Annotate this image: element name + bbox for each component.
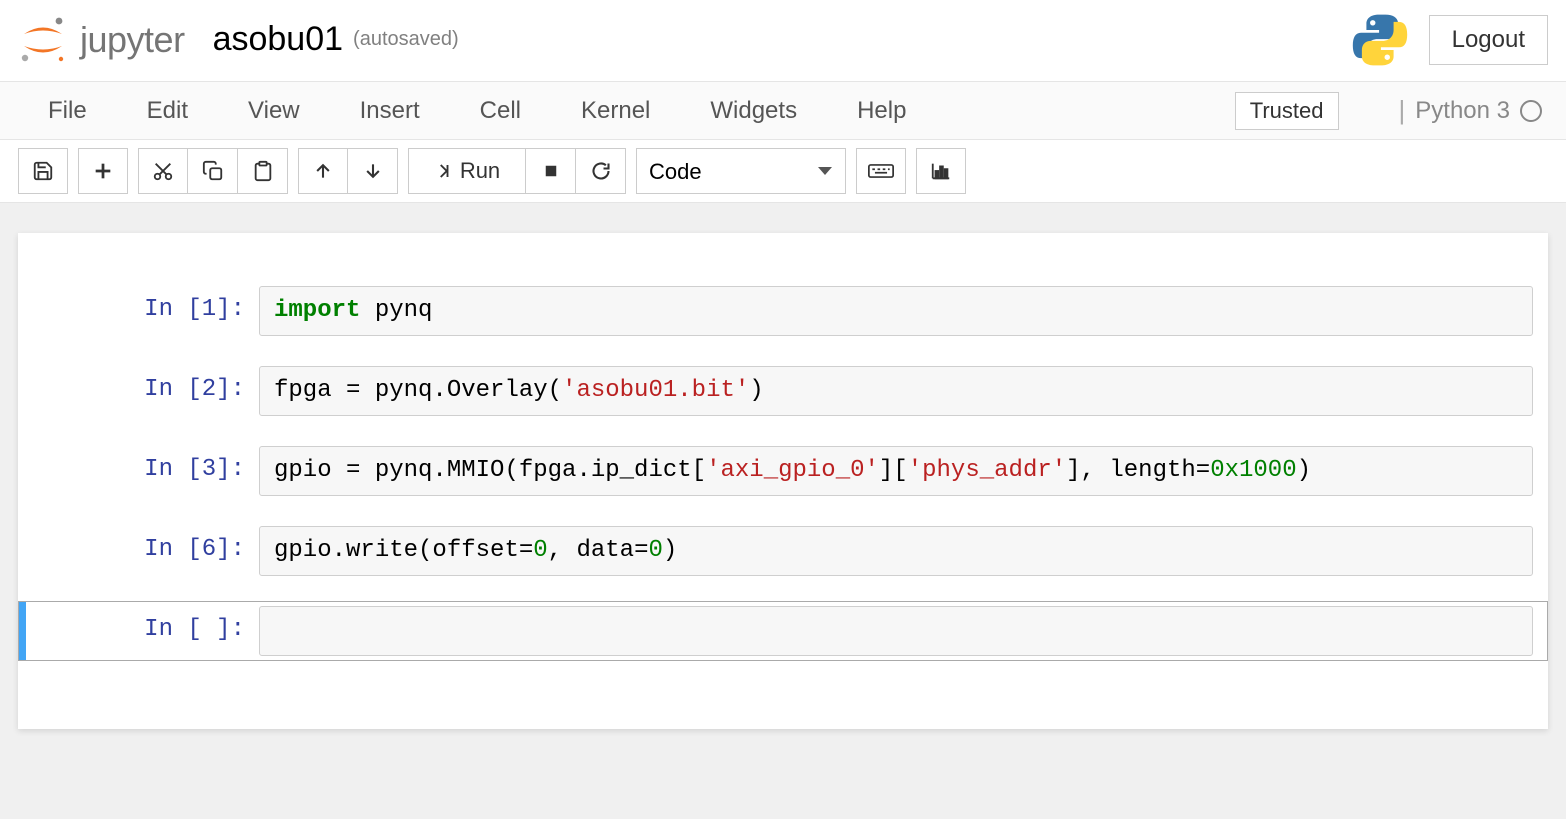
- move-up-button[interactable]: [298, 148, 348, 194]
- copy-button[interactable]: [188, 148, 238, 194]
- python-icon: [1351, 11, 1409, 69]
- menu-file[interactable]: File: [18, 83, 117, 139]
- notebook-container: In [1]:import pynqIn [2]:fpga = pynq.Ove…: [18, 233, 1548, 729]
- input-prompt: In [6]:: [27, 526, 259, 576]
- code-cell[interactable]: In [6]:gpio.write(offset=0, data=0): [18, 521, 1548, 581]
- menu-help[interactable]: Help: [827, 83, 936, 139]
- celltype-select[interactable]: Code: [636, 148, 846, 194]
- notebook-background: In [1]:import pynqIn [2]:fpga = pynq.Ove…: [0, 203, 1566, 819]
- code-cell[interactable]: In [2]:fpga = pynq.Overlay('asobu01.bit'…: [18, 361, 1548, 421]
- menu-view[interactable]: View: [218, 83, 330, 139]
- menu-edit[interactable]: Edit: [117, 83, 218, 139]
- kernel-status-icon[interactable]: [1520, 100, 1542, 122]
- code-input[interactable]: fpga = pynq.Overlay('asobu01.bit'): [259, 366, 1533, 416]
- input-prompt: In [ ]:: [27, 606, 259, 656]
- interrupt-button[interactable]: [526, 148, 576, 194]
- autosave-status: (autosaved): [353, 28, 459, 51]
- divider: |: [1399, 95, 1406, 126]
- code-input[interactable]: gpio.write(offset=0, data=0): [259, 526, 1533, 576]
- cell-toolbar-button[interactable]: [916, 148, 966, 194]
- kernel-name[interactable]: Python 3: [1415, 97, 1510, 125]
- run-button[interactable]: Run: [408, 148, 526, 194]
- header: jupyter asobu01 (autosaved) Logout: [0, 0, 1566, 82]
- menu-cell[interactable]: Cell: [450, 83, 551, 139]
- code-input[interactable]: [259, 606, 1533, 656]
- menu-insert[interactable]: Insert: [330, 83, 450, 139]
- menu-kernel[interactable]: Kernel: [551, 83, 680, 139]
- selection-bar: [19, 602, 26, 660]
- command-palette-button[interactable]: [856, 148, 906, 194]
- trusted-indicator[interactable]: Trusted: [1235, 92, 1339, 130]
- paste-button[interactable]: [238, 148, 288, 194]
- code-cell[interactable]: In [1]:import pynq: [18, 281, 1548, 341]
- code-cell[interactable]: In [3]:gpio = pynq.MMIO(fpga.ip_dict['ax…: [18, 441, 1548, 501]
- jupyter-logo-text: jupyter: [80, 19, 185, 61]
- menubar: FileEditViewInsertCellKernelWidgetsHelp …: [0, 82, 1566, 140]
- input-prompt: In [3]:: [27, 446, 259, 496]
- notebook-name[interactable]: asobu01: [213, 20, 343, 59]
- input-prompt: In [2]:: [27, 366, 259, 416]
- cut-button[interactable]: [138, 148, 188, 194]
- menu-widgets[interactable]: Widgets: [680, 83, 827, 139]
- code-input[interactable]: gpio = pynq.MMIO(fpga.ip_dict['axi_gpio_…: [259, 446, 1533, 496]
- toolbar: Run Code: [0, 140, 1566, 203]
- logout-button[interactable]: Logout: [1429, 15, 1548, 65]
- jupyter-icon: [18, 15, 68, 65]
- jupyter-logo[interactable]: jupyter: [18, 15, 185, 65]
- run-button-label: Run: [460, 158, 500, 184]
- code-cell[interactable]: In [ ]:: [18, 601, 1548, 661]
- save-button[interactable]: [18, 148, 68, 194]
- input-prompt: In [1]:: [27, 286, 259, 336]
- code-input[interactable]: import pynq: [259, 286, 1533, 336]
- restart-button[interactable]: [576, 148, 626, 194]
- move-down-button[interactable]: [348, 148, 398, 194]
- insert-cell-button[interactable]: [78, 148, 128, 194]
